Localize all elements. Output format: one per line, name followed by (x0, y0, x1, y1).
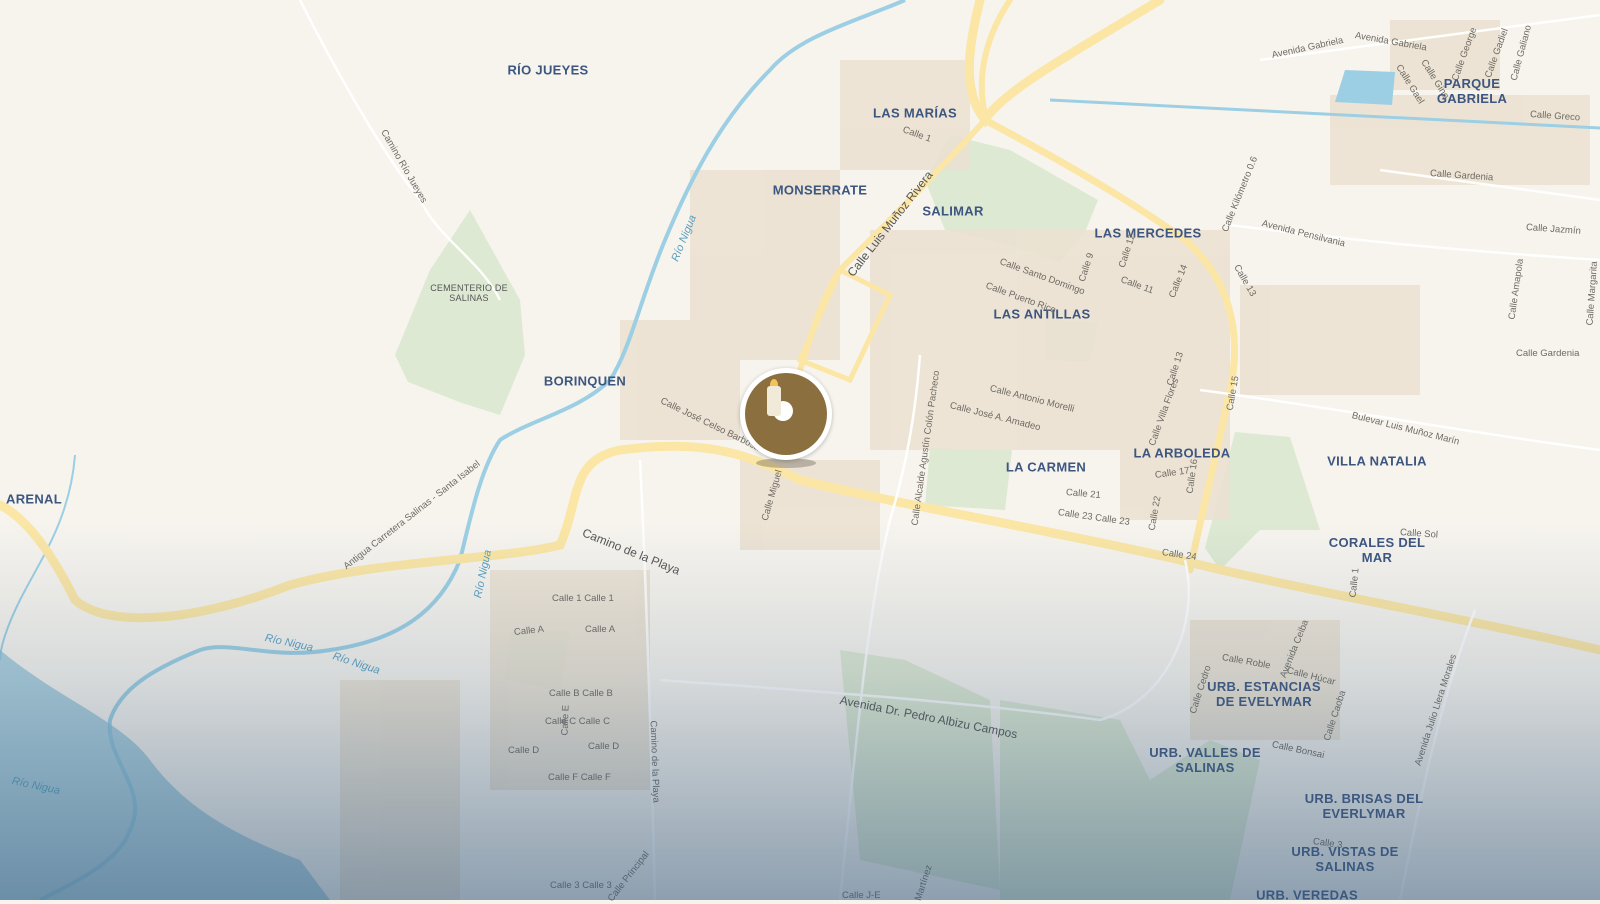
place-label-villa-natalia: VILLA NATALIA (1327, 453, 1427, 469)
street-label: Calle C Calle C (545, 716, 610, 727)
place-label-la-arboleda: LA ARBOLEDA (1133, 445, 1231, 461)
location-marker[interactable] (740, 368, 832, 460)
place-label-cementerio: CEMENTERIO DE SALINAS (430, 283, 508, 303)
place-label-urb-brisas: URB. BRISAS DEL EVERLYMAR (1304, 791, 1424, 821)
street-label: Calle D (588, 741, 620, 752)
street-label: Calle E (559, 704, 572, 736)
place-label-urb-valles: URB. VALLES DE SALINAS (1149, 745, 1261, 775)
candle-icon (767, 386, 781, 416)
street-label: Calle D (508, 745, 540, 756)
place-label-rio-jueyes: RÍO JUEYES (507, 62, 589, 78)
street-label: Calle J-E (842, 890, 881, 901)
place-label-borinquen: BORINQUEN (543, 373, 627, 389)
place-label-urb-vistas: URB. VISTAS DE SALINAS (1291, 844, 1399, 874)
place-label-monserrate: MONSERRATE (772, 182, 868, 198)
park-area (925, 448, 1012, 510)
place-label-arenal: ARENAL (6, 491, 62, 507)
place-label-corales-del-mar: CORALES DEL MAR (1328, 535, 1426, 565)
street-label: Calle 3 Calle 3 (550, 880, 612, 891)
street-label: Calle Gardenia (1516, 348, 1580, 359)
place-label-las-marias: LAS MARÍAS (873, 105, 957, 121)
street-label: Calle F Calle F (548, 772, 611, 783)
pond (1335, 70, 1395, 105)
street-label: Calle B Calle B (549, 688, 613, 699)
street-label: Calle A (585, 624, 616, 635)
place-label-urb-veredas: URB. VEREDAS (1256, 887, 1358, 903)
place-label-salimar: SALIMAR (922, 203, 984, 219)
street-label: Calle 1 Calle 1 (552, 593, 614, 604)
place-label-la-carmen: LA CARMEN (1005, 459, 1087, 475)
place-label-las-mercedes: LAS MERCEDES (1094, 225, 1202, 241)
marker-badge (745, 373, 827, 455)
place-label-urb-estancias: URB. ESTANCIAS DE EVELYMAR (1207, 679, 1321, 709)
